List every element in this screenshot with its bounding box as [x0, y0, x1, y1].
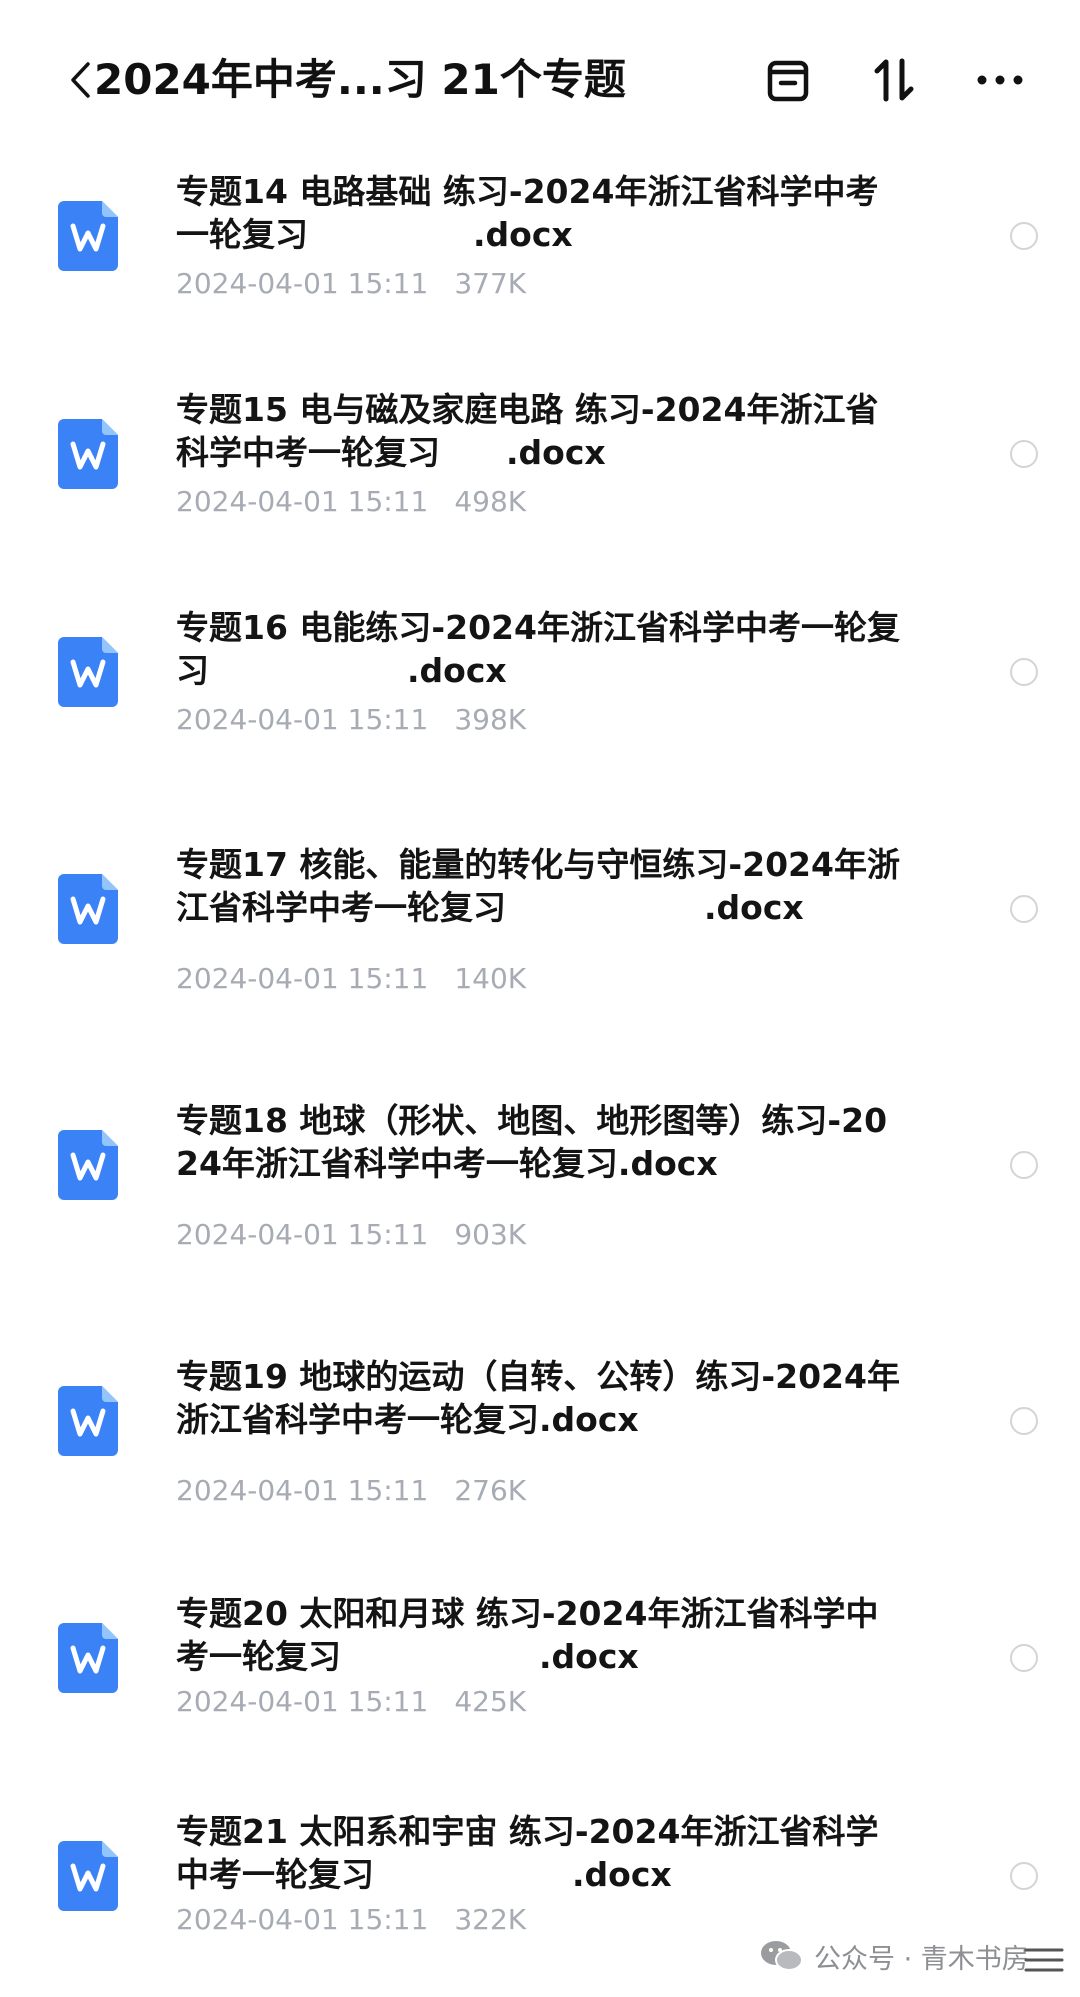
file-list: 专题14 电路基础 练习-2024年浙江省科学中考一轮复习 .docx 2024…: [0, 0, 1080, 1997]
select-radio[interactable]: [1010, 1407, 1038, 1435]
word-doc-icon: [58, 637, 118, 707]
file-row[interactable]: 专题15 电与磁及家庭电路 练习-2024年浙江省科学中考一轮复习 .docx …: [0, 388, 1080, 548]
file-date: 2024-04-01 15:11: [176, 1474, 429, 1507]
select-radio[interactable]: [1010, 658, 1038, 686]
word-doc-icon: [58, 1841, 118, 1911]
file-size: 322K: [454, 1903, 527, 1936]
word-doc-icon: [58, 419, 118, 489]
word-doc-icon: [58, 1130, 118, 1200]
file-row[interactable]: 专题17 核能、能量的转化与守恒练习-2024年浙江省科学中考一轮复习 .doc…: [0, 843, 1080, 1013]
word-doc-icon: [58, 201, 118, 271]
select-radio[interactable]: [1010, 440, 1038, 468]
file-date: 2024-04-01 15:11: [176, 1218, 429, 1251]
file-row[interactable]: 专题20 太阳和月球 练习-2024年浙江省科学中考一轮复习 .docx 202…: [0, 1592, 1080, 1752]
floating-menu-button[interactable]: [1012, 1928, 1076, 1992]
file-name: 专题15 电与磁及家庭电路 练习-2024年浙江省科学中考一轮复习 .docx: [176, 390, 879, 472]
select-radio[interactable]: [1010, 222, 1038, 250]
file-row[interactable]: 专题14 电路基础 练习-2024年浙江省科学中考一轮复习 .docx 2024…: [0, 170, 1080, 330]
file-name: 专题17 核能、能量的转化与守恒练习-2024年浙江省科学中考一轮复习 .doc…: [176, 845, 900, 927]
file-name: 专题16 电能练习-2024年浙江省科学中考一轮复习 .docx: [176, 608, 900, 690]
word-doc-icon: [58, 874, 118, 944]
file-meta: 2024-04-01 15:11 903K: [176, 1217, 526, 1253]
file-meta: 2024-04-01 15:11 276K: [176, 1473, 526, 1509]
file-name: 专题19 地球的运动（自转、公转）练习-2024年浙江省科学中考一轮复习.doc…: [176, 1357, 900, 1439]
file-row[interactable]: 专题18 地球（形状、地图、地形图等）练习-2024年浙江省科学中考一轮复习.d…: [0, 1099, 1080, 1269]
file-size: 140K: [454, 962, 527, 995]
file-meta: 2024-04-01 15:11 322K: [176, 1902, 526, 1938]
file-name: 专题18 地球（形状、地图、地形图等）练习-2024年浙江省科学中考一轮复习.d…: [176, 1101, 888, 1183]
file-date: 2024-04-01 15:11: [176, 1903, 429, 1936]
file-meta: 2024-04-01 15:11 498K: [176, 484, 526, 520]
file-size: 398K: [454, 703, 527, 736]
word-doc-icon: [58, 1623, 118, 1693]
select-radio[interactable]: [1010, 1644, 1038, 1672]
file-name: 专题21 太阳系和宇宙 练习-2024年浙江省科学中考一轮复习 .docx: [176, 1812, 879, 1894]
file-meta: 2024-04-01 15:11 377K: [176, 266, 526, 302]
menu-lines-icon: [1024, 1948, 1064, 1972]
file-meta: 2024-04-01 15:11 398K: [176, 702, 526, 738]
file-meta: 2024-04-01 15:11 140K: [176, 961, 526, 997]
file-name: 专题14 电路基础 练习-2024年浙江省科学中考一轮复习 .docx: [176, 172, 879, 254]
file-size: 903K: [454, 1218, 527, 1251]
file-size: 498K: [454, 485, 527, 518]
file-row[interactable]: 专题19 地球的运动（自转、公转）练习-2024年浙江省科学中考一轮复习.doc…: [0, 1355, 1080, 1525]
select-radio[interactable]: [1010, 1862, 1038, 1890]
file-size: 425K: [454, 1685, 527, 1718]
select-radio[interactable]: [1010, 1151, 1038, 1179]
file-row[interactable]: 专题16 电能练习-2024年浙江省科学中考一轮复习 .docx 2024-04…: [0, 606, 1080, 766]
file-meta: 2024-04-01 15:11 425K: [176, 1684, 526, 1720]
file-size: 377K: [454, 267, 527, 300]
watermark-text: 公众号 · 青木书房: [814, 1943, 1029, 1975]
select-radio[interactable]: [1010, 895, 1038, 923]
file-name: 专题20 太阳和月球 练习-2024年浙江省科学中考一轮复习 .docx: [176, 1594, 879, 1676]
file-date: 2024-04-01 15:11: [176, 485, 429, 518]
file-date: 2024-04-01 15:11: [176, 1685, 429, 1718]
watermark: 公众号 · 青木书房: [760, 1936, 1029, 1976]
file-date: 2024-04-01 15:11: [176, 962, 429, 995]
word-doc-icon: [58, 1386, 118, 1456]
file-size: 276K: [454, 1474, 527, 1507]
wechat-icon: [761, 1941, 803, 1971]
file-date: 2024-04-01 15:11: [176, 267, 429, 300]
file-date: 2024-04-01 15:11: [176, 703, 429, 736]
